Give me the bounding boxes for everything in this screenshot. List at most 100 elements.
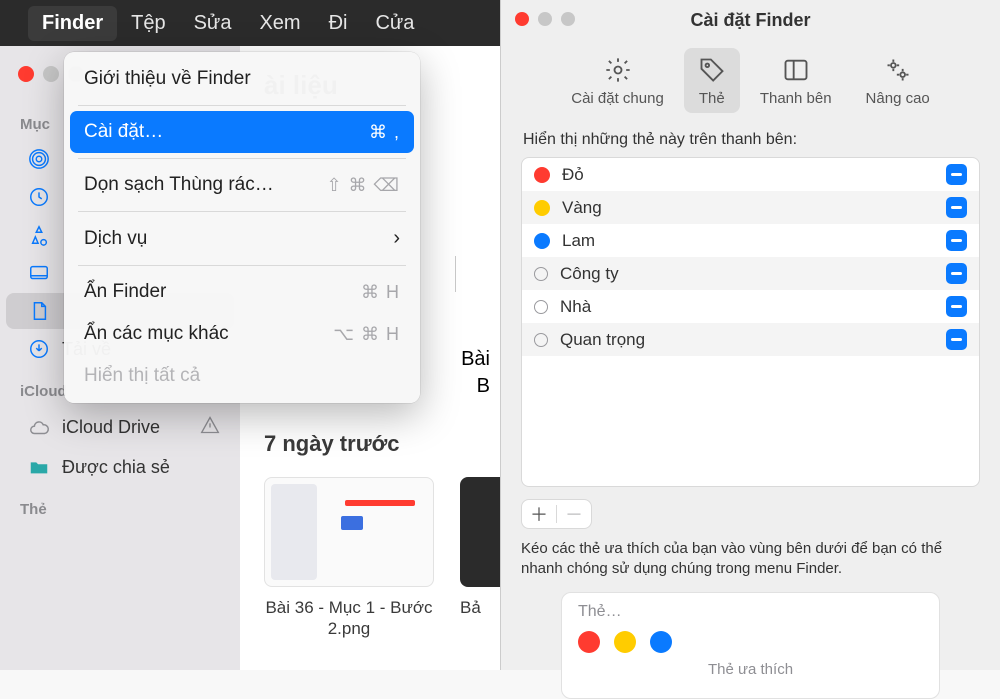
menubar-item-go[interactable]: Đi: [315, 6, 362, 41]
menubar-item-window[interactable]: Cửa: [361, 6, 428, 41]
sidebar-section-tags: Thẻ: [0, 487, 240, 524]
tag-color-icon: [534, 300, 548, 314]
menu-hide-finder[interactable]: Ẩn Finder ⌘ H: [70, 271, 414, 313]
minimize-icon[interactable]: [43, 66, 59, 82]
tag-sidebar-toggle[interactable]: [946, 197, 967, 218]
tag-color-icon: [534, 200, 550, 216]
tag-color-icon: [534, 333, 548, 347]
favorite-tags-caption: Thẻ ưa thích: [578, 661, 923, 678]
menubar-item-edit[interactable]: Sửa: [180, 6, 246, 41]
shortcut-label: ⌘ ,: [369, 122, 400, 143]
tag-row[interactable]: Công ty: [522, 257, 979, 290]
gears-icon: [884, 56, 912, 84]
tag-row[interactable]: Quan trọng: [522, 323, 979, 356]
file-grid: Bài 36 - Mục 1 - Bước 2.png Bả: [264, 477, 500, 640]
download-icon: [28, 338, 50, 360]
tag-sidebar-toggle[interactable]: [946, 164, 967, 185]
favorite-tag-dot[interactable]: [614, 631, 636, 653]
tag-label: Lam: [562, 231, 595, 251]
remove-tag-button: －: [557, 500, 591, 528]
settings-window-title: Cài đặt Finder: [690, 10, 810, 31]
favorite-tag-dot[interactable]: [578, 631, 600, 653]
tag-color-icon: [534, 167, 550, 183]
tag-sidebar-toggle[interactable]: [946, 230, 967, 251]
tag-row[interactable]: Lam: [522, 224, 979, 257]
shortcut-label: ⌥ ⌘ H: [333, 324, 400, 345]
window-controls: [515, 12, 575, 26]
tag-row[interactable]: Đỏ: [522, 158, 979, 191]
menu-separator: [78, 211, 406, 212]
sidebar-item-shared[interactable]: Được chia sẻ: [6, 449, 234, 485]
tag-label: Quan trọng: [560, 330, 645, 350]
tag-label: Công ty: [560, 264, 619, 284]
tag-label: Vàng: [562, 198, 602, 218]
apple-logo-icon[interactable]: [8, 17, 28, 29]
tag-label: Đỏ: [562, 165, 584, 185]
document-icon: [28, 300, 50, 322]
tab-general[interactable]: Cài đặt chung: [557, 48, 678, 113]
settings-tabs: Cài đặt chung Thẻ Thanh bên Nâng cao: [501, 40, 1000, 125]
menu-separator: [78, 105, 406, 106]
cloud-icon: [28, 417, 50, 439]
file-thumbnail: [460, 477, 500, 587]
sidebar-icon: [782, 56, 810, 84]
menu-services[interactable]: Dịch vụ ›: [70, 217, 414, 260]
menu-separator: [78, 265, 406, 266]
file-thumbnail: [264, 477, 434, 587]
divider: [455, 256, 456, 292]
tag-sidebar-toggle[interactable]: [946, 296, 967, 317]
tag-label: Nhà: [560, 297, 591, 317]
favorites-hint: Kéo các thẻ ưa thích của bạn vào vùng bê…: [521, 539, 980, 580]
menubar-item-view[interactable]: Xem: [245, 6, 314, 41]
close-icon[interactable]: [515, 12, 529, 26]
settings-body: Hiển thị những thẻ này trên thanh bên: Đ…: [501, 131, 1000, 699]
zoom-icon[interactable]: [561, 12, 575, 26]
menubar-item-file[interactable]: Tệp: [117, 6, 179, 41]
file-item[interactable]: Bài 36 - Mục 1 - Bước 2.png: [264, 477, 434, 640]
tag-row[interactable]: Vàng: [522, 191, 979, 224]
file-item-partial[interactable]: Bả: [460, 477, 500, 640]
finder-menu-dropdown: Giới thiệu về Finder Cài đặt… ⌘ , Dọn sạ…: [64, 52, 420, 403]
menu-show-all: Hiển thị tất cả: [70, 355, 414, 397]
tag-sidebar-toggle[interactable]: [946, 329, 967, 350]
tag-color-icon: [534, 233, 550, 249]
tab-label: Thẻ: [699, 90, 725, 107]
minimize-icon[interactable]: [538, 12, 552, 26]
tab-tags[interactable]: Thẻ: [684, 48, 740, 113]
airdrop-icon: [28, 148, 50, 170]
file-label: Bả: [460, 597, 500, 618]
gear-icon: [604, 56, 632, 84]
add-remove-control: ＋ －: [521, 499, 592, 529]
favorite-tags-dots: [578, 631, 923, 653]
tab-label: Cài đặt chung: [571, 90, 664, 107]
tag-row[interactable]: Nhà: [522, 290, 979, 323]
menubar-item-finder[interactable]: Finder: [28, 6, 117, 41]
favorite-tag-dot[interactable]: [650, 631, 672, 653]
tab-label: Nâng cao: [866, 90, 930, 107]
file-label-partial: Bài: [461, 346, 490, 373]
close-icon[interactable]: [18, 66, 34, 82]
favorite-tags-title: Thẻ…: [578, 603, 923, 621]
add-tag-button[interactable]: ＋: [522, 500, 556, 528]
desktop-icon: [28, 262, 50, 284]
section-7-days: 7 ngày trước: [264, 431, 500, 457]
tag-color-icon: [534, 267, 548, 281]
favorite-tags-box[interactable]: Thẻ… Thẻ ưa thích: [561, 592, 940, 699]
tab-sidebar[interactable]: Thanh bên: [746, 48, 846, 113]
tab-advanced[interactable]: Nâng cao: [852, 48, 944, 113]
sidebar-item-label: Được chia sẻ: [62, 457, 170, 478]
left-screenshot: Finder Tệp Sửa Xem Đi Cửa Mục: [0, 0, 500, 670]
tag-sidebar-toggle[interactable]: [946, 263, 967, 284]
tab-label: Thanh bên: [760, 90, 832, 107]
menu-about-finder[interactable]: Giới thiệu về Finder: [70, 58, 414, 100]
menu-hide-others[interactable]: Ẩn các mục khác ⌥ ⌘ H: [70, 313, 414, 355]
finder-settings-window: Cài đặt Finder Cài đặt chung Thẻ Thanh b…: [500, 0, 1000, 670]
applications-icon: [28, 224, 50, 246]
tags-caption: Hiển thị những thẻ này trên thanh bên:: [523, 131, 980, 149]
clock-icon: [28, 186, 50, 208]
sidebar-item-label: iCloud Drive: [62, 417, 160, 438]
menu-empty-trash[interactable]: Dọn sạch Thùng rác… ⇧ ⌘ ⌫: [70, 164, 414, 206]
menu-settings[interactable]: Cài đặt… ⌘ ,: [70, 111, 414, 153]
sidebar-item-icloud-drive[interactable]: iCloud Drive: [6, 408, 234, 447]
tags-list: Đỏ Vàng Lam Công ty Nhà Quan trọng: [521, 157, 980, 487]
